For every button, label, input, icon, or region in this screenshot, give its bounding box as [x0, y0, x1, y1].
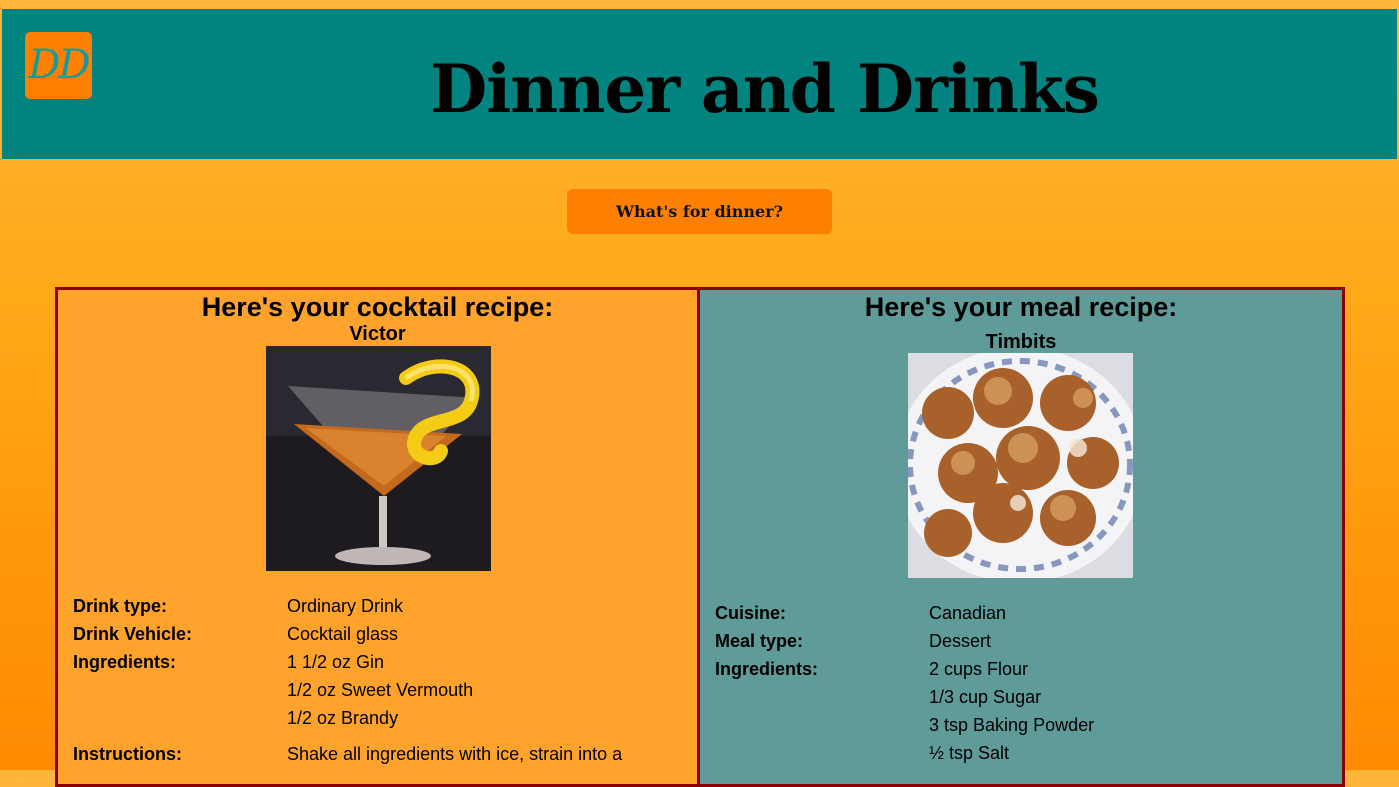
meal-ingredients-label: Ingredients:	[715, 659, 819, 679]
drink-ingredient: 1/2 oz Brandy	[287, 708, 399, 728]
meal-type-label: Meal type:	[715, 631, 804, 651]
table-row: Ingredients: 1 1/2 oz Gin	[73, 652, 622, 680]
drink-vehicle-value: Cocktail glass	[287, 624, 399, 644]
cocktail-name: Victor	[349, 323, 406, 345]
table-row: ½ tsp Salt	[715, 743, 1094, 771]
meal-details-table: Cuisine: Canadian Meal type: Dessert Ing…	[715, 603, 1094, 771]
cocktail-photo	[266, 346, 491, 571]
drink-ingredients-label: Ingredients:	[73, 652, 177, 672]
table-row: Drink Vehicle: Cocktail glass	[73, 624, 622, 652]
drink-ingredient: 1 1/2 oz Gin	[287, 652, 385, 672]
whats-for-dinner-button[interactable]: What's for dinner?	[567, 189, 832, 234]
page-title: Dinner and Drinks	[430, 50, 1100, 128]
meal-photo	[908, 353, 1133, 578]
drink-instructions: Shake all ingredients with ice, strain i…	[287, 744, 623, 764]
drink-ingredient: 1/2 oz Sweet Vermouth	[287, 680, 474, 700]
meal-type-value: Dessert	[929, 631, 992, 651]
meal-cuisine-value: Canadian	[929, 603, 1007, 623]
meal-heading: Here's your meal recipe:	[864, 292, 1178, 322]
site-logo[interactable]: DD	[25, 32, 92, 99]
table-row: 3 tsp Baking Powder	[715, 715, 1094, 743]
table-row: Meal type: Dessert	[715, 631, 1094, 659]
table-row: 1/2 oz Sweet Vermouth	[73, 680, 622, 708]
meal-name: Timbits	[985, 331, 1057, 353]
drink-vehicle-label: Drink Vehicle:	[73, 624, 193, 644]
cocktail-recipe-card: Here's your cocktail recipe: Victor Drin…	[55, 287, 700, 787]
meal-cuisine-label: Cuisine:	[715, 603, 787, 623]
table-row: 1/3 cup Sugar	[715, 687, 1094, 715]
drink-type-value: Ordinary Drink	[287, 596, 404, 616]
meal-ingredient: 3 tsp Baking Powder	[929, 715, 1095, 735]
drink-type-label: Drink type:	[73, 596, 168, 616]
meal-recipe-card: Here's your meal recipe: Timbits Cuisine…	[697, 287, 1345, 787]
drink-instructions-label: Instructions:	[73, 744, 183, 764]
meal-ingredient: ½ tsp Salt	[929, 743, 1010, 763]
cocktail-heading: Here's your cocktail recipe:	[201, 292, 554, 322]
meal-ingredient: 2 cups Flour	[929, 659, 1029, 679]
table-row: Ingredients: 2 cups Flour	[715, 659, 1094, 687]
cocktail-details-table: Drink type: Ordinary Drink Drink Vehicle…	[73, 596, 622, 772]
table-row: Drink type: Ordinary Drink	[73, 596, 622, 624]
table-row: 1/2 oz Brandy	[73, 708, 622, 736]
table-row: Cuisine: Canadian	[715, 603, 1094, 631]
table-row: Instructions: Shake all ingredients with…	[73, 736, 622, 772]
meal-ingredient: 1/3 cup Sugar	[929, 687, 1042, 707]
